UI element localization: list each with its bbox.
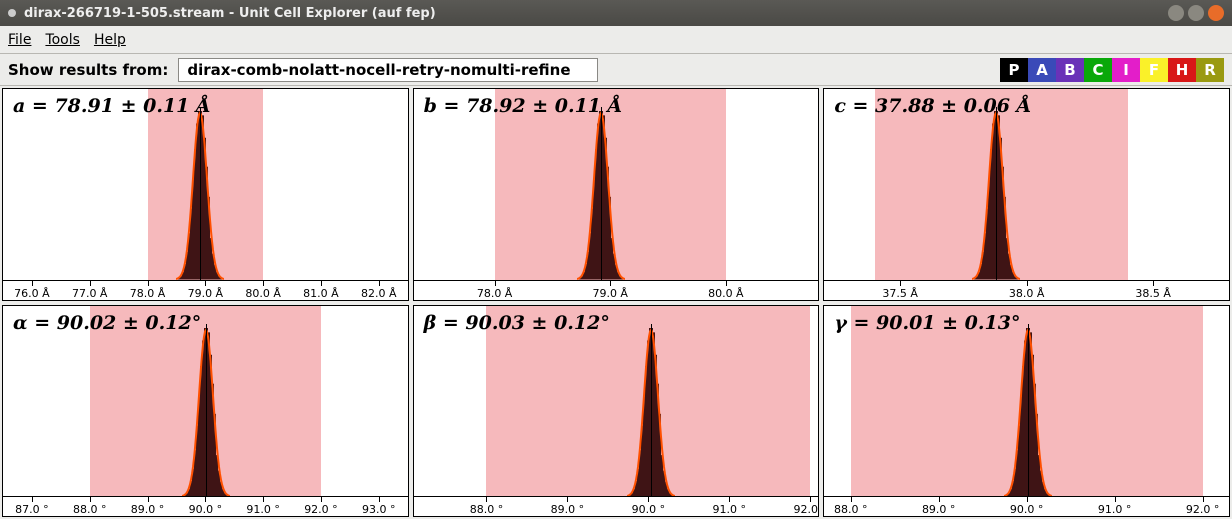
- results-from-dropdown[interactable]: dirax-comb-nolatt-nocell-retry-nomulti-r…: [178, 58, 598, 82]
- legend-swatch-P[interactable]: P: [1000, 58, 1028, 82]
- plot-title-gamma: γ = 90.01 ± 0.13°: [834, 312, 1020, 334]
- tick-label: 92.0 °: [793, 503, 819, 516]
- mean-marker: [651, 324, 652, 497]
- app-icon: [8, 9, 16, 17]
- tick-label: 38.0 Å: [1009, 287, 1045, 300]
- close-button[interactable]: [1208, 5, 1224, 21]
- x-axis: 88.0 ° 89.0 ° 90.0 ° 91.0 ° 92.0 °: [824, 496, 1229, 516]
- legend-swatch-H[interactable]: H: [1168, 58, 1196, 82]
- x-axis: 76.0 Å 77.0 Å 78.0 Å 79.0 Å 80.0 Å 81.0 Å 82.0…: [3, 280, 408, 300]
- plot-alpha[interactable]: α = 90.02 ± 0.12° 87.0 ° 88.0 ° 89.0 ° 90.0 …: [2, 305, 409, 518]
- tick-label: 81.0 Å: [303, 287, 339, 300]
- tick-label: 80.0 Å: [708, 287, 744, 300]
- results-from-label: Show results from:: [8, 61, 168, 79]
- legend-swatch-A[interactable]: A: [1028, 58, 1056, 82]
- tick-label: 92.0 °: [1186, 503, 1220, 516]
- tick-label: 89.0 °: [551, 503, 585, 516]
- plot-beta[interactable]: β = 90.03 ± 0.12° 88.0 ° 89.0 ° 90.0 ° 91.0 …: [413, 305, 820, 518]
- x-axis: 78.0 Å 79.0 Å 80.0 Å: [414, 280, 819, 300]
- controls-bar: Show results from: dirax-comb-nolatt-noc…: [0, 54, 1232, 86]
- mean-marker: [1028, 324, 1029, 497]
- minimize-button[interactable]: [1168, 5, 1184, 21]
- tick-label: 78.0 Å: [130, 287, 166, 300]
- tick-label: 38.5 Å: [1135, 287, 1171, 300]
- menu-tools[interactable]: Tools: [45, 32, 80, 48]
- mean-marker: [206, 324, 207, 497]
- tick-label: 79.0 Å: [592, 287, 628, 300]
- tick-label: 90.0 °: [1010, 503, 1044, 516]
- highlight-band: [90, 306, 321, 497]
- menu-file[interactable]: File: [8, 32, 31, 48]
- tick-label: 88.0 °: [73, 503, 107, 516]
- results-from-value: dirax-comb-nolatt-nocell-retry-nomulti-r…: [187, 61, 570, 79]
- mean-marker: [996, 107, 997, 280]
- plot-title-b: b = 78.92 ± 0.11 Å: [424, 95, 623, 117]
- plot-title-a: a = 78.91 ± 0.11 Å: [13, 95, 211, 117]
- x-axis: 37.5 Å 38.0 Å 38.5 Å: [824, 280, 1229, 300]
- menu-bar: File Tools Help: [0, 26, 1232, 54]
- plot-title-beta: β = 90.03 ± 0.12°: [424, 312, 610, 334]
- legend-swatch-B[interactable]: B: [1056, 58, 1084, 82]
- window-titlebar: dirax-266719-1-505.stream - Unit Cell Ex…: [0, 0, 1232, 26]
- tick-label: 93.0 °: [362, 503, 396, 516]
- tick-label: 37.5 Å: [882, 287, 918, 300]
- plot-c[interactable]: c = 37.88 ± 0.06 Å 37.5 Å 38.0 Å 38.5 Å: [823, 88, 1230, 301]
- tick-label: 91.0 °: [1098, 503, 1132, 516]
- lattice-legend: PABCIFHR: [1000, 58, 1224, 82]
- tick-label: 78.0 Å: [477, 287, 513, 300]
- tick-label: 82.0 Å: [361, 287, 397, 300]
- tick-label: 90.0 °: [189, 503, 223, 516]
- legend-swatch-C[interactable]: C: [1084, 58, 1112, 82]
- tick-label: 91.0 °: [246, 503, 280, 516]
- plot-gamma[interactable]: γ = 90.01 ± 0.13° 88.0 ° 89.0 ° 90.0 ° 91.0 …: [823, 305, 1230, 518]
- plot-a[interactable]: a = 78.91 ± 0.11 Å 76.0 Å 77.0 Å 78.0 Å 79.0…: [2, 88, 409, 301]
- menu-help[interactable]: Help: [94, 32, 126, 48]
- x-axis: 88.0 ° 89.0 ° 90.0 ° 91.0 ° 92.0 °: [414, 496, 819, 516]
- tick-label: 87.0 °: [15, 503, 49, 516]
- tick-label: 80.0 Å: [245, 287, 281, 300]
- highlight-band: [495, 89, 726, 280]
- mean-marker: [200, 107, 201, 280]
- tick-label: 79.0 Å: [188, 287, 224, 300]
- plot-b[interactable]: b = 78.92 ± 0.11 Å 78.0 Å 79.0 Å 80.0 Å: [413, 88, 820, 301]
- highlight-band: [486, 306, 810, 497]
- tick-label: 88.0 °: [470, 503, 504, 516]
- x-axis: 87.0 ° 88.0 ° 89.0 ° 90.0 ° 91.0 ° 92.0 ° 93.0…: [3, 496, 408, 516]
- tick-label: 90.0 °: [632, 503, 666, 516]
- legend-swatch-I[interactable]: I: [1112, 58, 1140, 82]
- tick-label: 91.0 °: [713, 503, 747, 516]
- window-title: dirax-266719-1-505.stream - Unit Cell Ex…: [24, 6, 1168, 21]
- tick-label: 92.0 °: [304, 503, 338, 516]
- plot-title-c: c = 37.88 ± 0.06 Å: [834, 95, 1031, 117]
- tick-label: 88.0 °: [834, 503, 868, 516]
- tick-label: 77.0 Å: [72, 287, 108, 300]
- plot-title-alpha: α = 90.02 ± 0.12°: [13, 312, 201, 334]
- highlight-band: [875, 89, 1128, 280]
- legend-swatch-F[interactable]: F: [1140, 58, 1168, 82]
- tick-label: 76.0 Å: [14, 287, 50, 300]
- tick-label: 89.0 °: [131, 503, 165, 516]
- maximize-button[interactable]: [1188, 5, 1204, 21]
- tick-label: 89.0 °: [922, 503, 956, 516]
- legend-swatch-R[interactable]: R: [1196, 58, 1224, 82]
- plots-grid: a = 78.91 ± 0.11 Å 76.0 Å 77.0 Å 78.0 Å 79.0…: [0, 86, 1232, 519]
- mean-marker: [601, 107, 602, 280]
- highlight-band: [148, 89, 264, 280]
- window-buttons: [1168, 5, 1224, 21]
